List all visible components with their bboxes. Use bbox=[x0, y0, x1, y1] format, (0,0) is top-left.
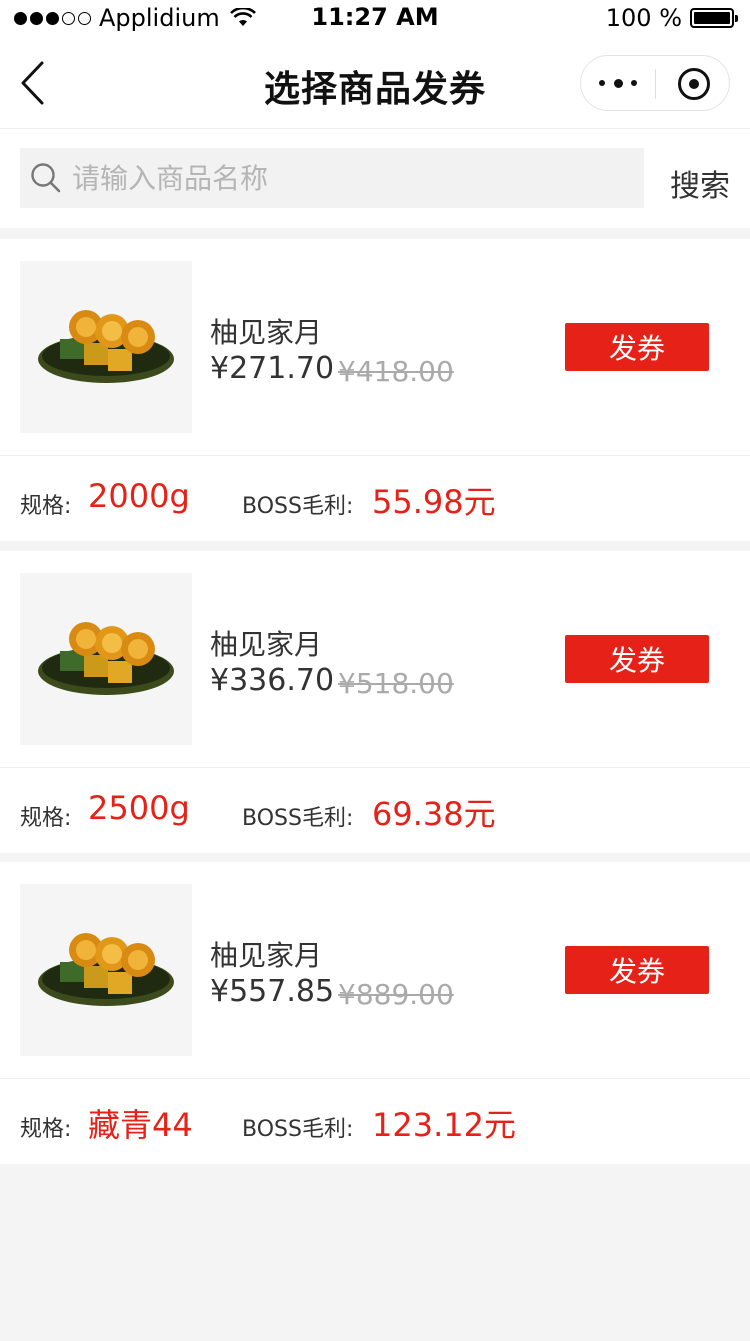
mooncake-plate-icon bbox=[38, 933, 174, 1006]
mooncake-plate-icon bbox=[38, 310, 174, 383]
product-name: 柚见家月 bbox=[210, 316, 323, 349]
spec-value: 藏青44 bbox=[88, 1106, 193, 1144]
product-price: ¥336.70 bbox=[210, 663, 335, 698]
search-icon bbox=[31, 163, 61, 193]
mini-program-capsule bbox=[580, 55, 730, 111]
spec-label: 规格: bbox=[20, 806, 72, 831]
spec-value: 2000g bbox=[88, 477, 190, 515]
boss-profit-label: BOSS毛利: bbox=[242, 1117, 354, 1142]
battery-status: 100 % bbox=[605, 4, 738, 32]
divider bbox=[0, 1078, 750, 1079]
product-card: 柚见家月 ¥271.70 ¥418.00 发券 规格: 2000g BOSS毛利… bbox=[0, 239, 750, 541]
spec-value: 2500g bbox=[88, 789, 190, 827]
product-original-price: ¥418.00 bbox=[338, 355, 454, 388]
spec-label: 规格: bbox=[20, 1117, 72, 1142]
battery-icon bbox=[690, 8, 738, 28]
divider bbox=[0, 767, 750, 768]
product-name: 柚见家月 bbox=[210, 628, 323, 661]
product-image[interactable] bbox=[20, 573, 192, 745]
boss-profit-value: 69.38元 bbox=[372, 795, 496, 833]
more-menu-icon[interactable] bbox=[599, 56, 637, 110]
product-original-price: ¥518.00 bbox=[338, 667, 454, 700]
product-card: 柚见家月 ¥336.70 ¥518.00 发券 规格: 2500g BOSS毛利… bbox=[0, 551, 750, 853]
mooncake-plate-icon bbox=[38, 622, 174, 695]
search-area: 搜索 bbox=[0, 129, 750, 228]
search-input[interactable] bbox=[72, 148, 632, 208]
product-original-price: ¥889.00 bbox=[338, 978, 454, 1011]
search-button[interactable]: 搜索 bbox=[670, 161, 730, 205]
spec-label: 规格: bbox=[20, 494, 72, 519]
product-price: ¥271.70 bbox=[210, 351, 335, 386]
product-card: 柚见家月 ¥557.85 ¥889.00 发券 规格: 藏青44 BOSS毛利:… bbox=[0, 862, 750, 1164]
boss-profit-label: BOSS毛利: bbox=[242, 494, 354, 519]
search-box[interactable] bbox=[20, 148, 644, 208]
issue-coupon-button[interactable]: 发券 bbox=[565, 323, 709, 371]
product-image[interactable] bbox=[20, 884, 192, 1056]
issue-coupon-button[interactable]: 发券 bbox=[565, 635, 709, 683]
boss-profit-value: 123.12元 bbox=[372, 1106, 516, 1144]
battery-percent: 100 % bbox=[605, 4, 682, 32]
close-target-icon[interactable] bbox=[678, 68, 710, 100]
divider bbox=[0, 455, 750, 456]
boss-profit-value: 55.98元 bbox=[372, 483, 496, 521]
product-price: ¥557.85 bbox=[210, 974, 335, 1009]
navigation-bar: 选择商品发券 bbox=[0, 36, 750, 129]
product-image[interactable] bbox=[20, 261, 192, 433]
issue-coupon-button[interactable]: 发券 bbox=[565, 946, 709, 994]
status-bar: Applidium 11:27 AM 100 % bbox=[0, 0, 750, 36]
capsule-divider bbox=[655, 69, 656, 99]
boss-profit-label: BOSS毛利: bbox=[242, 806, 354, 831]
product-name: 柚见家月 bbox=[210, 939, 323, 972]
